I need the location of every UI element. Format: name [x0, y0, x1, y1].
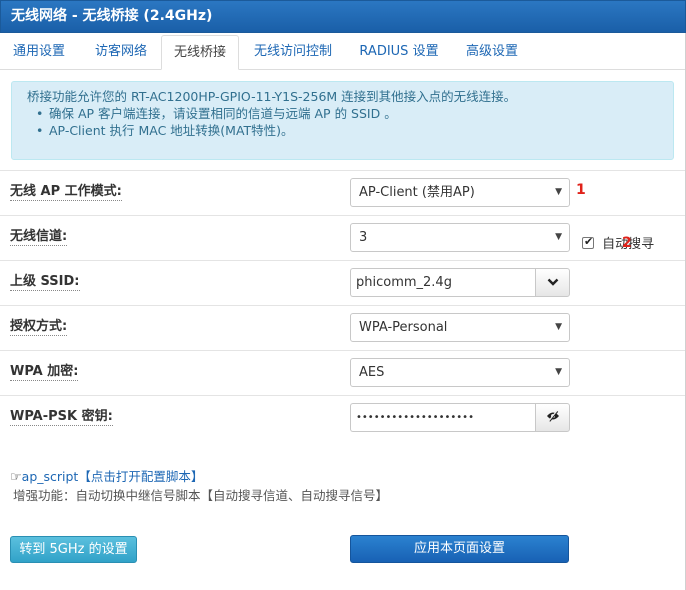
wpa-encryption-label: WPA 加密:: [10, 364, 79, 381]
ssid-dropdown-button[interactable]: [535, 268, 570, 297]
wpa-encryption-value: AES: [359, 365, 385, 380]
row-wpa-encryption: WPA 加密: AES ▼: [0, 350, 686, 395]
apply-settings-button[interactable]: 应用本页面设置: [350, 535, 569, 563]
pointing-hand-icon: ☞: [10, 470, 22, 485]
ap-mode-label: 无线 AP 工作模式:: [10, 184, 122, 201]
auth-label: 授权方式:: [10, 319, 68, 336]
auth-value: WPA-Personal: [359, 320, 448, 335]
ap-mode-value: AP-Client (禁用AP): [359, 185, 475, 200]
chevron-down-icon: [547, 278, 558, 286]
info-bullet: AP-Client 执行 MAC 地址转换(MAT特性)。: [36, 122, 673, 139]
info-intro: 桥接功能允许您的 RT-AC1200HP-GPIO-11-Y1S-256M 连接…: [27, 89, 517, 104]
script-description: 增强功能：自动切换中继信号脚本【自动搜寻信道、自动搜寻信号】: [13, 488, 389, 503]
tab-wireless-bridge[interactable]: 无线桥接: [161, 35, 239, 70]
row-auth: 授权方式: WPA-Personal ▼: [0, 305, 686, 350]
caret-down-icon: ▼: [555, 232, 562, 242]
caret-down-icon: ▼: [555, 187, 562, 197]
tab-access-control[interactable]: 无线访问控制: [244, 35, 342, 70]
tab-bar: 通用设置 访客网络 无线桥接 无线访问控制 RADIUS 设置 高级设置: [0, 33, 686, 70]
window-title: 无线网络 - 无线桥接 (2.4GHz): [0, 0, 686, 33]
ssid-input[interactable]: phicomm_2.4g: [350, 268, 536, 297]
psk-input-group: ••••••••••••••••••••: [350, 403, 570, 432]
psk-input[interactable]: ••••••••••••••••••••: [350, 403, 536, 432]
row-ap-mode: 无线 AP 工作模式: AP-Client (禁用AP) ▼ 1: [0, 170, 686, 215]
channel-select[interactable]: 3 ▼: [350, 223, 570, 252]
psk-label: WPA-PSK 密钥:: [10, 409, 113, 426]
info-bullet: 确保 AP 客户端连接，请设置相同的信道与远端 AP 的 SSID 。: [36, 105, 673, 122]
info-panel: 桥接功能允许您的 RT-AC1200HP-GPIO-11-Y1S-256M 连接…: [11, 81, 674, 160]
tab-radius[interactable]: RADIUS 设置: [348, 35, 450, 70]
channel-label: 无线信道:: [10, 229, 68, 246]
wpa-encryption-select[interactable]: AES ▼: [350, 358, 570, 387]
caret-down-icon: ▼: [555, 367, 562, 377]
ssid-label: 上级 SSID:: [10, 274, 80, 291]
channel-value: 3: [359, 230, 368, 245]
annotation-marker-2: 2: [622, 235, 632, 251]
tab-guest-network[interactable]: 访客网络: [82, 35, 160, 70]
annotation-marker-1: 1: [576, 182, 586, 198]
auth-select[interactable]: WPA-Personal ▼: [350, 313, 570, 342]
ap-script-link[interactable]: ☞ap_script【点击打开配置脚本】: [10, 466, 203, 485]
auto-scan-checkbox[interactable]: [582, 235, 594, 249]
ap-script-link-text[interactable]: ap_script【点击打开配置脚本】: [22, 469, 204, 484]
caret-down-icon: ▼: [555, 322, 562, 332]
ap-mode-select[interactable]: AP-Client (禁用AP) ▼: [350, 178, 570, 207]
auto-scan-option[interactable]: 自动搜寻: [582, 233, 654, 252]
tab-advanced[interactable]: 高级设置: [455, 35, 529, 70]
tab-general[interactable]: 通用设置: [2, 35, 76, 70]
row-psk: WPA-PSK 密钥: ••••••••••••••••••••: [0, 395, 686, 440]
row-ssid: 上级 SSID: phicomm_2.4g: [0, 260, 686, 305]
info-bullets: 确保 AP 客户端连接，请设置相同的信道与远端 AP 的 SSID 。 AP-C…: [27, 105, 673, 139]
eye-slash-icon: [546, 410, 559, 422]
toggle-password-button[interactable]: [535, 403, 570, 432]
row-channel: 无线信道: 3 ▼ 自动搜寻 2: [0, 215, 686, 260]
switch-5ghz-button[interactable]: 转到 5GHz 的设置: [10, 536, 137, 563]
ssid-input-group: phicomm_2.4g: [350, 268, 570, 297]
